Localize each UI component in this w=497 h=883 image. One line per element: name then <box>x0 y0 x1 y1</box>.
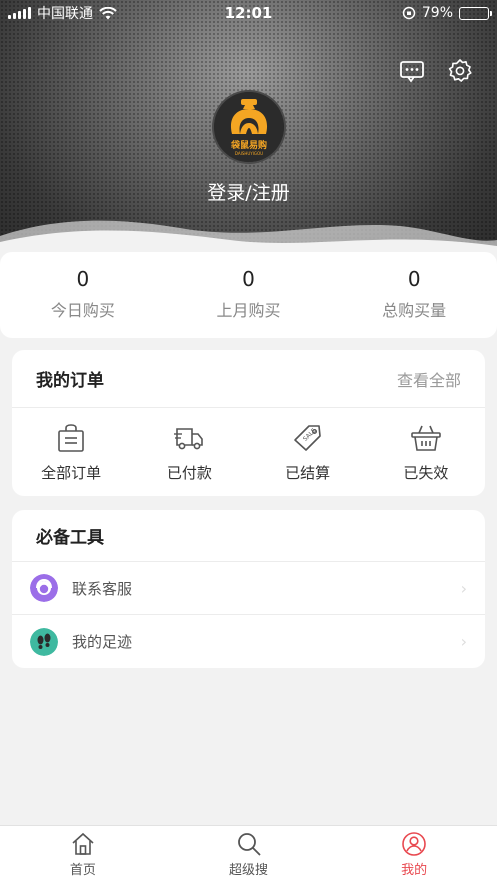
stat-label: 今日购买 <box>50 301 115 320</box>
tool-footprints[interactable]: 我的足迹 › <box>12 615 485 668</box>
shopping-bag-icon <box>58 423 84 452</box>
stat-label: 上月购买 <box>216 301 281 320</box>
sale-tag-icon: SALE <box>293 424 321 451</box>
wifi-icon <box>99 6 117 19</box>
battery-percent: 79% <box>421 5 453 21</box>
tab-label: 超级搜 <box>229 863 269 878</box>
tool-label: 我的足迹 <box>72 633 133 651</box>
orientation-lock-icon <box>402 6 416 20</box>
my-orders-card: 我的订单 查看全部 全部订单 已付款 SALE 已结算 已失效 <box>12 350 485 496</box>
tool-customer-service[interactable]: 联系客服 › <box>12 562 485 615</box>
stat-last-month[interactable]: 0 上月购买 <box>166 252 332 338</box>
login-register-link[interactable]: 登录/注册 <box>0 178 497 205</box>
essential-tools-card: 必备工具 联系客服 › 我的足迹 › <box>12 510 485 668</box>
carrier-name: 中国联通 <box>37 6 93 22</box>
purchase-stats: 0 今日购买 0 上月购买 0 总购买量 <box>0 252 497 338</box>
chevron-right-icon: › <box>460 632 467 651</box>
brand-logo: 袋鼠易购 DAISHUYIGOU <box>214 92 284 162</box>
home-icon <box>72 832 94 855</box>
stat-value: 0 <box>76 267 90 291</box>
footprints-icon <box>30 627 58 656</box>
tab-home[interactable]: 首页 <box>0 826 166 883</box>
customer-service-icon <box>30 574 58 602</box>
tab-super-search[interactable]: 超级搜 <box>166 826 332 883</box>
delivery-truck-icon <box>174 427 204 449</box>
basket-icon <box>411 425 441 451</box>
orders-title: 我的订单 <box>36 371 104 391</box>
message-icon[interactable] <box>399 58 425 84</box>
order-label: 已付款 <box>166 463 212 482</box>
order-all-button[interactable]: 全部订单 <box>12 408 130 496</box>
tab-label: 我的 <box>401 863 428 878</box>
profile-icon <box>402 832 426 856</box>
stat-today[interactable]: 0 今日购买 <box>0 252 166 338</box>
stat-value: 0 <box>242 267 255 291</box>
chevron-right-icon: › <box>460 578 467 598</box>
tab-mine[interactable]: 我的 <box>331 826 497 883</box>
search-icon <box>237 833 261 856</box>
stat-total[interactable]: 0 总购买量 <box>331 252 497 338</box>
view-all-orders-link[interactable]: 查看全部 <box>397 367 461 391</box>
order-label: 已结算 <box>285 463 331 482</box>
bottom-tab-bar: 首页 超级搜 我的 <box>0 825 497 883</box>
tab-label: 首页 <box>69 863 96 878</box>
status-bar: 中国联通 12:01 79% <box>0 0 497 26</box>
stat-label: 总购买量 <box>382 301 447 320</box>
order-expired-button[interactable]: 已失效 <box>367 408 485 496</box>
order-label: 已失效 <box>403 463 449 482</box>
signal-icon <box>8 7 31 19</box>
settings-gear-icon[interactable] <box>447 58 473 84</box>
tools-title: 必备工具 <box>36 528 104 548</box>
brand-logo-text: 袋鼠易购 <box>230 139 267 151</box>
tool-label: 联系客服 <box>72 579 133 598</box>
avatar[interactable]: 袋鼠易购 DAISHUYIGOU <box>212 90 286 164</box>
brand-logo-subtext: DAISHUYIGOU <box>235 151 263 156</box>
order-settled-button[interactable]: SALE 已结算 <box>249 408 367 496</box>
stat-value: 0 <box>407 267 421 291</box>
order-paid-button[interactable]: 已付款 <box>130 408 248 496</box>
order-label: 全部订单 <box>41 463 102 482</box>
battery-icon <box>459 6 492 20</box>
